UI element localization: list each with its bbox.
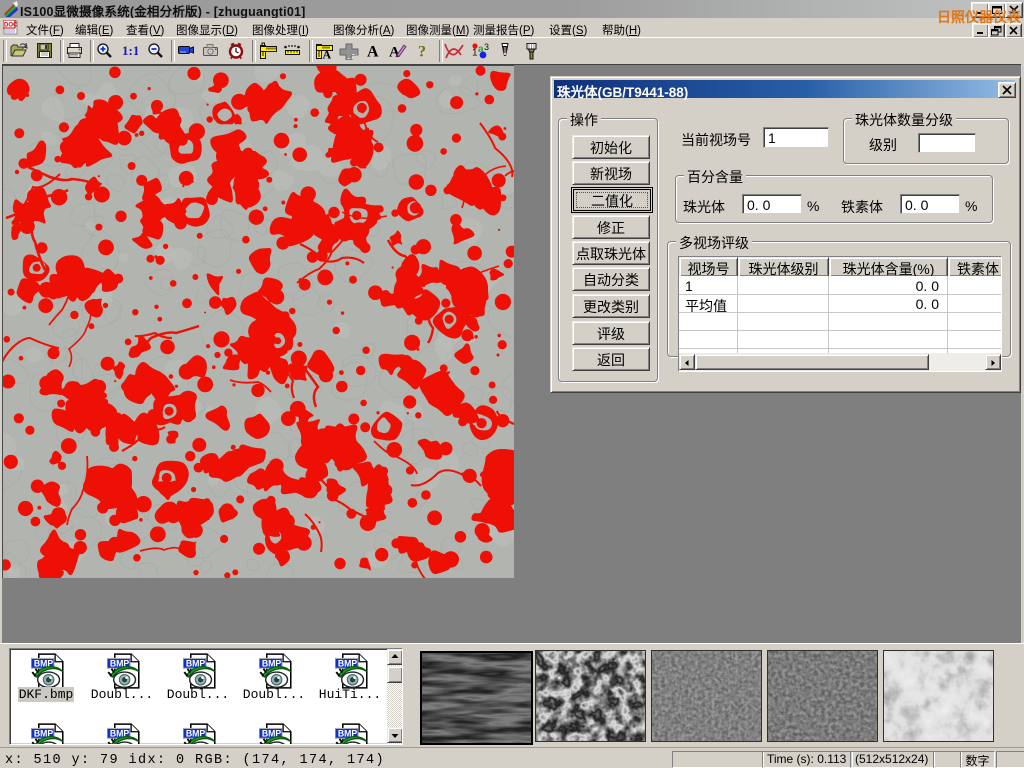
svg-text:A: A	[389, 45, 400, 60]
svg-text:DOC: DOC	[4, 23, 18, 29]
svg-text:3: 3	[484, 42, 489, 52]
svg-text:A: A	[367, 44, 379, 60]
svg-text:A: A	[323, 48, 332, 61]
svg-text:1:1: 1:1	[122, 43, 138, 58]
svg-text:?: ?	[418, 44, 426, 60]
